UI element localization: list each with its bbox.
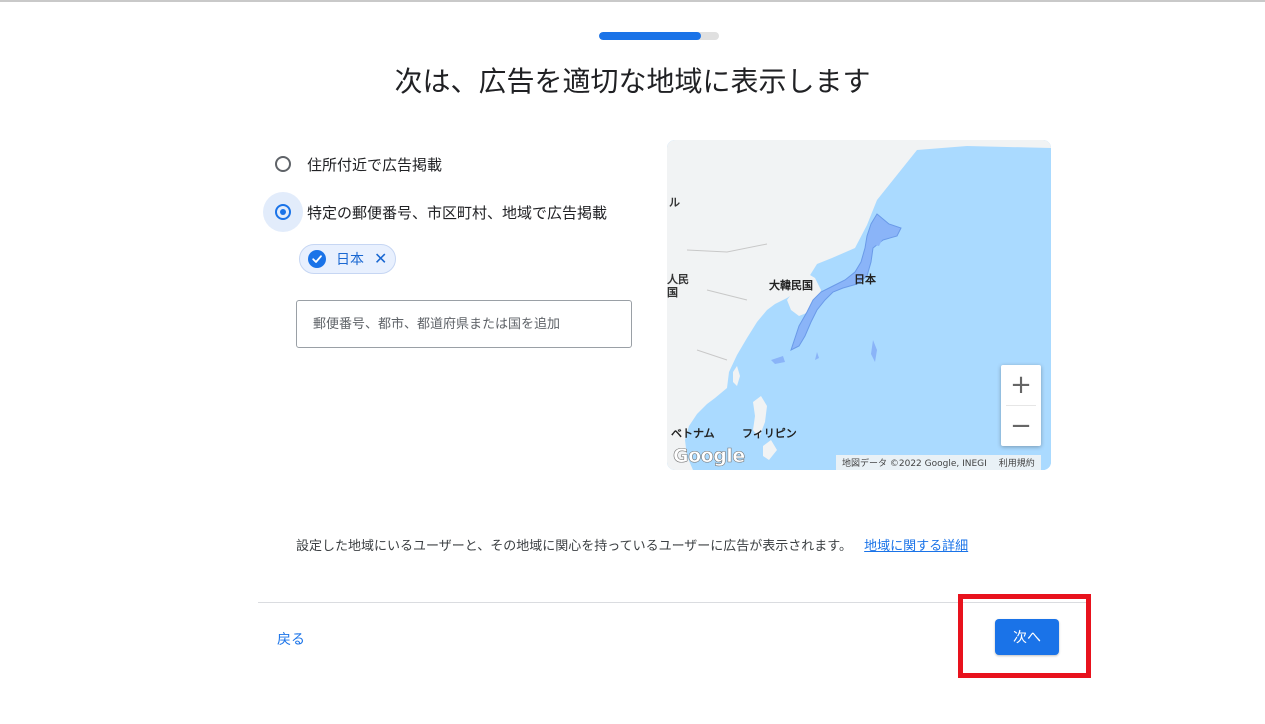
map-view[interactable]: ル 人民 国 大韓民国 日本 ベトナム フィリピン Google [667,140,1051,470]
radio-near-address-label: 住所付近で広告掲載 [307,155,443,174]
radio-halo [263,144,303,184]
chip-label: 日本 [336,252,364,268]
google-logo: Google [673,445,746,468]
page-title: 次は、広告を適切な地域に表示します [394,65,871,98]
info-text: 設定した地域にいるユーザーと、その地域に関心を持っているユーザーに広告が表示され… [296,535,968,554]
info-description: 設定した地域にいるユーザーと、その地域に関心を持っているユーザーに広告が表示され… [296,539,853,554]
map-label-japan: 日本 [854,273,876,286]
back-button[interactable]: 戻る [277,629,305,649]
radio-halo [263,192,303,232]
remove-chip-icon[interactable]: ✕ [374,251,387,267]
map-label-mongolia: ル [669,196,680,209]
map-terms-link[interactable]: 利用規約 [999,456,1035,469]
radio-selected-icon[interactable] [275,204,291,220]
map-zoom-controls: + − [1001,365,1041,446]
location-details-link[interactable]: 地域に関する詳細 [864,539,968,554]
radio-specific-regions[interactable]: 特定の郵便番号、市区町村、地域で広告掲載 [263,192,607,232]
location-search-field[interactable] [296,300,632,348]
radio-circle-icon[interactable] [275,156,291,172]
progress-fill [599,32,701,40]
radio-near-address[interactable]: 住所付近で広告掲載 [263,144,442,184]
progress-bar [599,32,719,40]
zoom-out-button[interactable]: − [1001,406,1041,446]
top-divider [0,0,1265,2]
map-attribution-text: 地図データ ©2022 Google, INEGI [842,459,987,469]
map-canvas [667,140,1051,470]
map-label-vietnam: ベトナム [671,427,715,440]
highlight-box [958,594,1091,678]
zoom-in-button[interactable]: + [1001,365,1041,405]
map-attribution: 地図データ ©2022 Google, INEGI 利用規約 [836,455,1041,470]
map-label-china: 国 [667,286,678,299]
map-label-korea: 大韓民国 [769,279,813,292]
location-search-input[interactable] [297,301,631,347]
check-icon [308,250,326,268]
location-chip-japan: 日本 ✕ [299,244,397,274]
radio-specific-regions-label: 特定の郵便番号、市区町村、地域で広告掲載 [307,203,608,222]
map-label-philippines: フィリピン [742,427,797,440]
